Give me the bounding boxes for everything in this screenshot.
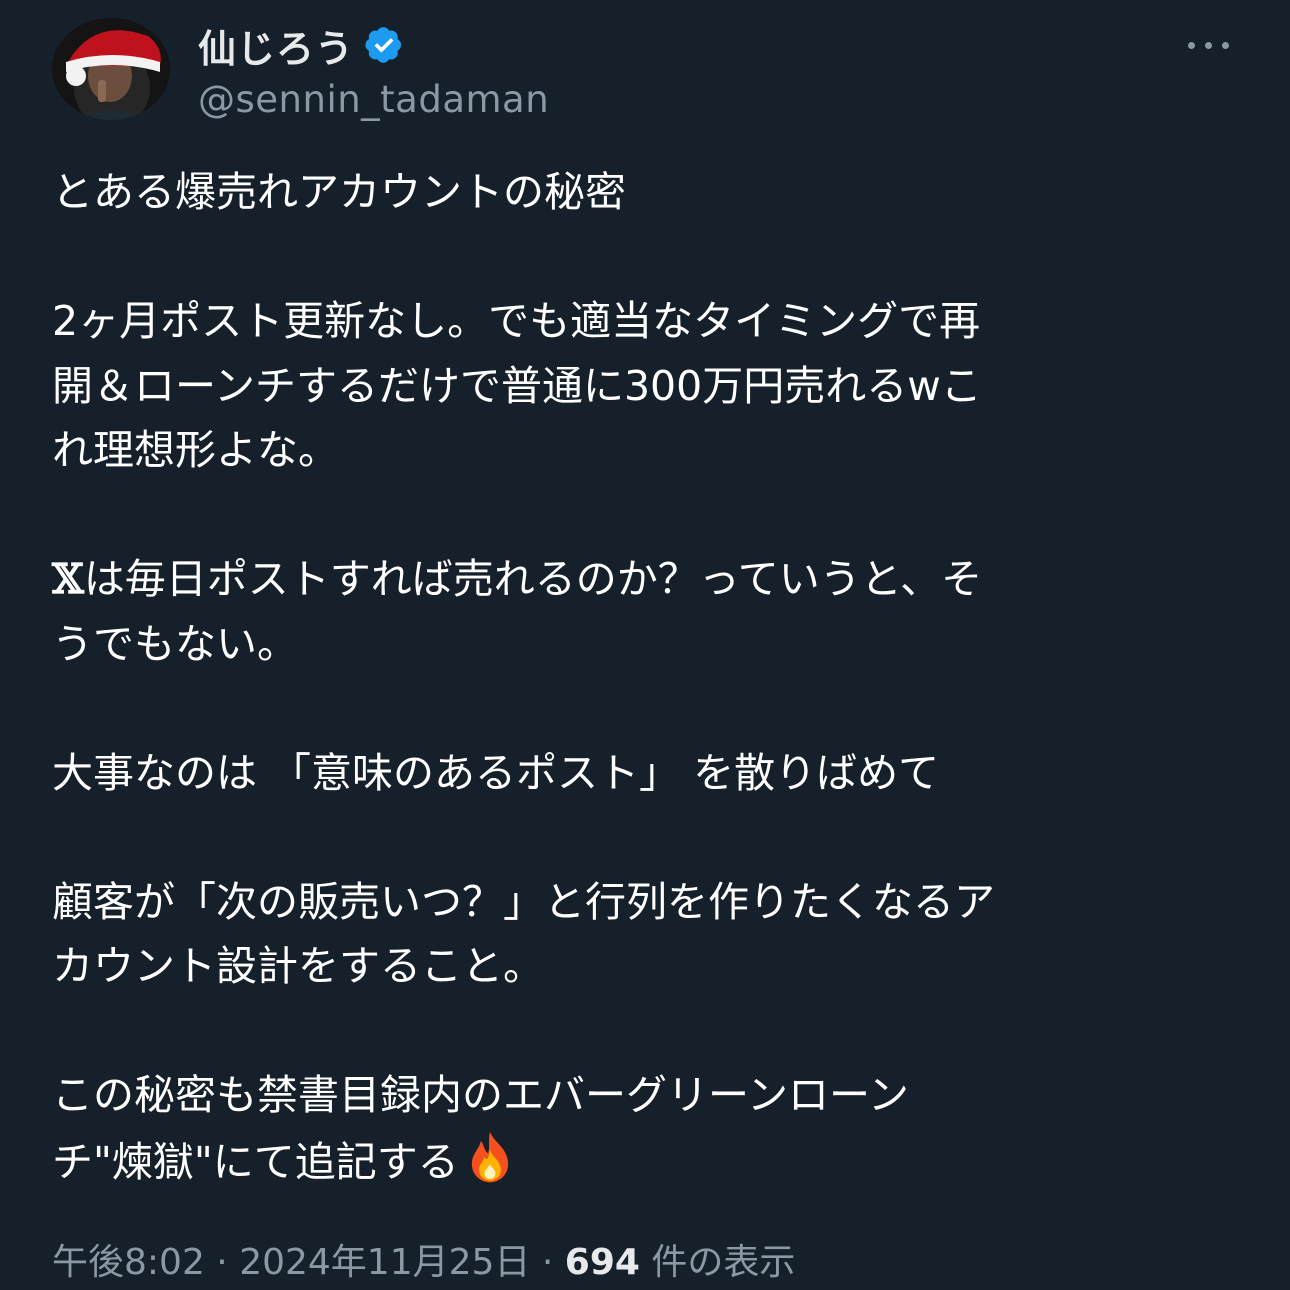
view-count-label: 件の表示 (639, 1242, 796, 1283)
post-date[interactable]: 2024年11月25日 (239, 1242, 530, 1283)
fire-emoji-icon (471, 1131, 508, 1182)
post-line: チ"煉獄"にて追記する (52, 1128, 1232, 1193)
more-options-button[interactable] (1186, 38, 1230, 52)
author-handle[interactable]: @sennin_tadaman (198, 78, 549, 121)
post-line: うでもない。 (52, 619, 298, 668)
post-line: カウント設計をすること。 (52, 942, 544, 990)
more-horizontal-icon (1188, 42, 1195, 49)
avatar-image (52, 18, 170, 120)
post-header: 仙じろう @sennin_tadaman (52, 18, 1242, 122)
post-text: とある爆売れアカウントの秘密 2ヶ月ポスト更新なし。でも適当なタイミングで再 開… (52, 160, 1232, 1192)
post-line: 大事なのは 「意味のあるポスト」 を散りばめて (52, 748, 940, 797)
author-names: 仙じろう @sennin_tadaman (198, 18, 549, 122)
view-count: 694 (564, 1242, 640, 1283)
post-line: れ理想形よな。 (52, 426, 339, 474)
post-line: この秘密も禁書目録内のエバーグリーンローン (52, 1071, 909, 1119)
post-meta: 午後8:02 · 2024年11月25日 · 694 件の表示 (52, 1242, 796, 1283)
post-line: 2ヶ月ポスト更新なし。でも適当なタイミングで再 (52, 297, 981, 345)
post-line: 顧客が「次の販売いつ？」と行列を作りたくなるア (52, 877, 995, 926)
display-name[interactable]: 仙じろう (198, 18, 354, 73)
avatar[interactable] (52, 18, 170, 120)
verified-badge-icon (365, 27, 402, 63)
post-line: 開＆ローンチするだけで普通に300万円売れるwこ (52, 361, 982, 410)
post-time[interactable]: 午後8:02 (52, 1242, 205, 1283)
post-line: とある爆売れアカウントの秘密 (52, 168, 626, 216)
post-line: 𝕏は毎日ポストすれば売れるのか？っていうと、そ (52, 555, 983, 603)
x-logo-text: 𝕏 (52, 555, 84, 603)
